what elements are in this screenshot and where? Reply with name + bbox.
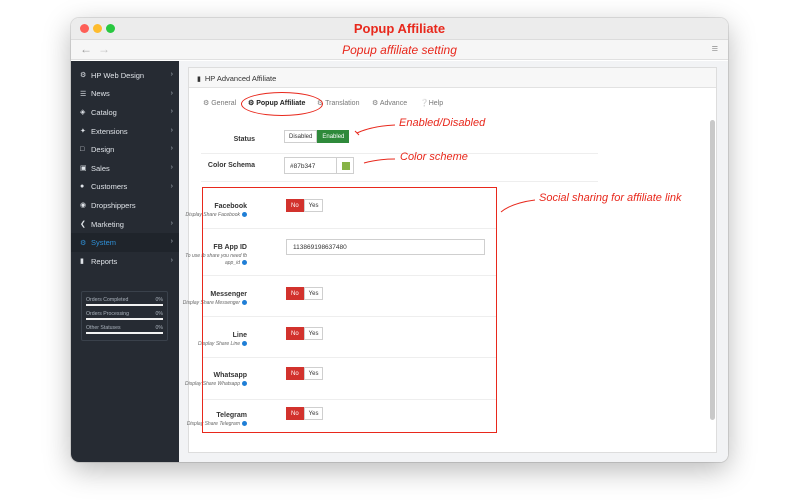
status-disabled-option[interactable]: Disabled [284, 130, 318, 143]
tag-icon: ◈ [80, 109, 86, 117]
sidebar-item-label: Design [91, 145, 115, 155]
chevron-right-icon: › [170, 108, 173, 116]
sidebar-item-label: System [91, 238, 117, 248]
stat-percent: 0% [155, 325, 164, 331]
tab-general[interactable]: ⚙ General [203, 99, 236, 107]
user-icon: ● [80, 183, 85, 191]
puzzle-icon: ✦ [80, 128, 86, 136]
sidebar-item-label: Customers [91, 182, 128, 192]
tab-label: Advance [379, 100, 408, 107]
window-title: Popup Affiliate [353, 21, 446, 36]
tab-label: Translation [325, 100, 360, 107]
bar-chart-icon: ▮ [197, 76, 201, 83]
color-swatch-fill [342, 162, 350, 170]
sidebar-item-news[interactable]: ☰ News › [71, 85, 179, 104]
gears-icon: ⚙ [80, 72, 87, 80]
chevron-right-icon: › [170, 182, 173, 190]
panel-header: ▮ HP Advanced Affiliate [189, 68, 716, 88]
chevron-right-icon: › [170, 145, 173, 153]
color-swatch[interactable] [336, 157, 354, 174]
sidebar-item-design[interactable]: □ Design › [71, 140, 179, 159]
page-subtitle: Popup affiliate setting [342, 43, 457, 57]
sidebar-item-label: Marketing [91, 219, 124, 229]
color-schema-label: Color Schema [207, 162, 255, 169]
sidebar-item-hp-web-design[interactable]: ⚙ HP Web Design › [71, 66, 179, 85]
sidebar-item-label: Dropshippers [91, 200, 136, 210]
divider [201, 181, 598, 182]
stat-row: Orders Processing 0% [86, 309, 163, 323]
status-toggle[interactable]: Disabled Enabled [284, 130, 350, 143]
hamburger-icon[interactable]: ≡ [712, 43, 718, 55]
tab-translation[interactable]: ⚙ Translation [317, 99, 359, 107]
chevron-right-icon: › [170, 89, 173, 97]
cart-icon: ▣ [80, 165, 87, 173]
sidebar-item-label: News [91, 89, 110, 99]
sidebar-item-label: Extensions [91, 126, 128, 136]
browser-nav-bar: ← → Popup affiliate setting ≡ [71, 40, 728, 60]
annotation-social-sharing: Social sharing for affiliate link [539, 192, 682, 204]
question-circle-icon: ❔ [420, 100, 429, 107]
status-label: Status [233, 136, 255, 143]
chevron-right-icon: › [170, 71, 173, 78]
gear-icon: ⚙ [203, 100, 212, 107]
sidebar-item-label: Reports [91, 256, 118, 266]
title-bar: Popup Affiliate [71, 18, 728, 40]
chevron-right-icon: › [170, 219, 173, 227]
users-icon: ◉ [80, 202, 87, 210]
stat-label: Other Statuses [86, 325, 121, 331]
tab-label: General [211, 100, 237, 107]
tab-help[interactable]: ❔Help [420, 99, 443, 107]
newspaper-icon: ☰ [80, 90, 87, 98]
gears-icon: ⚙ [372, 100, 380, 107]
stat-percent: 0% [155, 311, 164, 317]
sidebar-item-catalog[interactable]: ◈ Catalog › [71, 103, 179, 122]
monitor-icon: □ [80, 146, 85, 154]
chevron-right-icon: › [170, 126, 173, 134]
bar-chart-icon: ▮ [80, 258, 84, 266]
sidebar-item-label: HP Web Design [91, 70, 145, 80]
tab-label: Help [428, 100, 444, 107]
sidebar-item-label: Catalog [91, 107, 117, 117]
stat-progress-bar [86, 318, 163, 320]
highlight-circle [241, 92, 323, 116]
panel-title: HP Advanced Affiliate [204, 74, 277, 83]
sidebar-item-reports[interactable]: ▮ Reports › [71, 252, 179, 271]
sidebar: ⚙ HP Web Design › ☰ News › ◈ Catalog › ✦ Extens… [71, 61, 179, 462]
annotation-enabled-disabled: Enabled/Disabled [399, 117, 486, 129]
social-sharing-highlight [202, 187, 497, 433]
tab-advance[interactable]: ⚙ Advance [372, 99, 407, 107]
stat-label: Orders Processing [86, 311, 129, 317]
share-icon: ❮ [80, 221, 86, 229]
annotation-color-scheme: Color scheme [400, 151, 468, 163]
sidebar-item-customers[interactable]: ● Customers › [71, 178, 179, 197]
scrollbar[interactable] [710, 120, 715, 420]
status-enabled-option[interactable]: Enabled [317, 130, 350, 143]
stat-label: Orders Completed [86, 297, 129, 303]
gear-icon: ⚙ [80, 239, 87, 247]
sidebar-item-label: Sales [91, 163, 110, 173]
